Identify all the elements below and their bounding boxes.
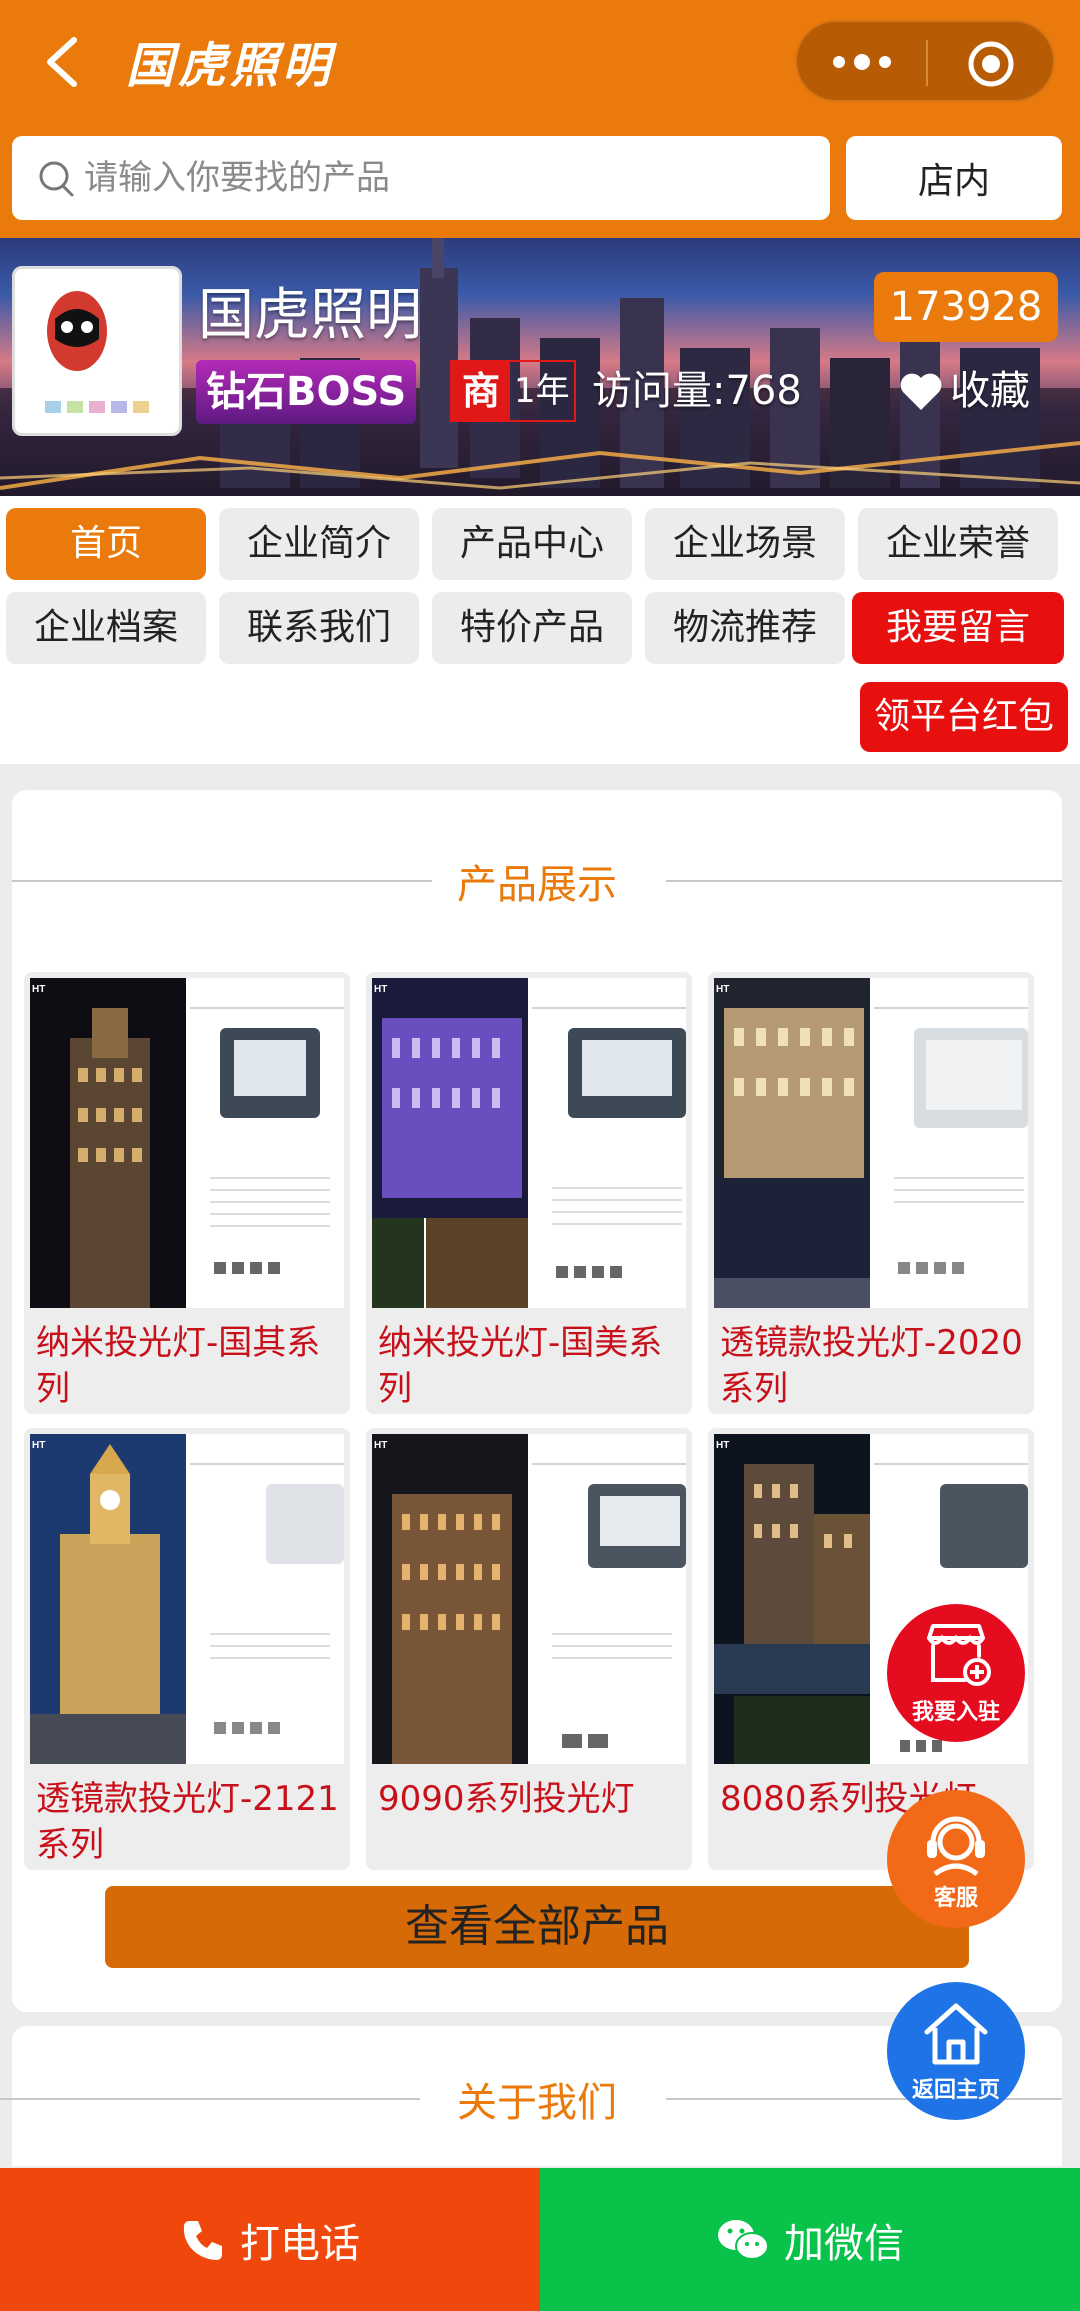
section-divider-right bbox=[666, 880, 1062, 882]
product-image: HT bbox=[372, 978, 686, 1308]
red-packet-button[interactable]: 领平台红包 bbox=[860, 682, 1068, 752]
nav-logistics[interactable]: 物流推荐 bbox=[645, 592, 845, 664]
target-icon[interactable] bbox=[967, 40, 1015, 88]
product-name: 透镜款投光灯-2121系列 bbox=[36, 1779, 339, 1865]
shop-logo bbox=[12, 266, 182, 436]
product-card[interactable]: HT 透镜款投光灯-2020系列 bbox=[708, 972, 1034, 1414]
wechat-icon bbox=[718, 2219, 769, 2260]
search-input[interactable] bbox=[84, 146, 804, 210]
customer-service-button[interactable]: 客服 bbox=[887, 1790, 1025, 1928]
svg-text:HT: HT bbox=[374, 1440, 387, 1451]
page-title: 国虎照明 bbox=[126, 38, 335, 94]
product-name: 纳米投光灯-国美系列 bbox=[378, 1323, 663, 1409]
visit-count: 访问量:768 bbox=[592, 368, 802, 414]
join-button[interactable]: 我要入驻 bbox=[887, 1604, 1025, 1742]
capsule-divider bbox=[926, 40, 928, 86]
more-dots-icon[interactable] bbox=[827, 44, 897, 80]
wechat-button[interactable]: 加微信 bbox=[540, 2168, 1080, 2311]
svg-text:HT: HT bbox=[716, 984, 729, 995]
shop-code-badge[interactable]: 173928 bbox=[874, 272, 1058, 342]
product-card[interactable]: HT 纳米投光灯-国其系列 bbox=[24, 972, 350, 1414]
nav-home[interactable]: 首页 bbox=[6, 508, 206, 580]
shop-nav: 首页 企业简介 产品中心 企业场景 企业荣誉 企业档案 联系我们 特价产品 物流… bbox=[0, 496, 1080, 764]
product-card[interactable]: HT 9090系列投光灯 bbox=[366, 1428, 692, 1870]
chevron-left-icon[interactable] bbox=[38, 34, 88, 90]
mini-program-capsule bbox=[795, 20, 1055, 102]
nav-scenes[interactable]: 企业场景 bbox=[645, 508, 845, 580]
merchant-badge-char: 商 bbox=[452, 362, 510, 420]
product-image: HT bbox=[372, 1434, 686, 1764]
join-label: 我要入驻 bbox=[911, 1700, 1000, 1725]
product-image: HT bbox=[714, 978, 1028, 1308]
product-name: 透镜款投光灯-2020系列 bbox=[720, 1323, 1023, 1409]
svg-text:HT: HT bbox=[716, 1440, 729, 1451]
product-image: HT bbox=[30, 1434, 344, 1764]
nav-honors[interactable]: 企业荣誉 bbox=[858, 508, 1058, 580]
nav-specials[interactable]: 特价产品 bbox=[432, 592, 632, 664]
wechat-label: 加微信 bbox=[784, 2220, 904, 2267]
call-label: 打电话 bbox=[240, 2220, 360, 2267]
nav-intro[interactable]: 企业简介 bbox=[219, 508, 419, 580]
call-button[interactable]: 打电话 bbox=[0, 2168, 540, 2311]
favorite-label: 收藏 bbox=[950, 368, 1030, 414]
shop-banner: 国虎照明 钻石BOSS 商 1年 访问量:768 173928 收藏 bbox=[0, 238, 1080, 496]
customer-service-label: 客服 bbox=[933, 1886, 978, 1911]
nav-products[interactable]: 产品中心 bbox=[432, 508, 632, 580]
product-image: HT bbox=[30, 978, 344, 1308]
heart-icon bbox=[900, 373, 942, 410]
product-name: 纳米投光灯-国其系列 bbox=[36, 1323, 321, 1409]
shop-name: 国虎照明 bbox=[198, 283, 422, 348]
home-icon bbox=[924, 2003, 988, 2065]
svg-text:HT: HT bbox=[32, 1440, 45, 1451]
product-card[interactable]: HT 透镜款投光灯-2121系列 bbox=[24, 1428, 350, 1870]
nav-leave-message[interactable]: 我要留言 bbox=[852, 592, 1064, 664]
product-name: 9090系列投光灯 bbox=[378, 1779, 635, 1819]
phone-icon bbox=[183, 2220, 222, 2260]
tier-badge: 钻石BOSS bbox=[196, 360, 417, 424]
back-home-button[interactable]: 返回主页 bbox=[887, 1982, 1025, 2120]
back-home-label: 返回主页 bbox=[911, 2078, 1000, 2103]
svg-text:HT: HT bbox=[374, 984, 387, 995]
nav-archive[interactable]: 企业档案 bbox=[6, 592, 206, 664]
favorite-button[interactable]: 收藏 bbox=[898, 362, 1030, 420]
search-box bbox=[12, 136, 830, 220]
merchant-years: 1年 bbox=[514, 371, 570, 411]
product-card[interactable]: HT 纳米投光灯-国美系列 bbox=[366, 972, 692, 1414]
search-icon bbox=[39, 161, 74, 197]
nav-contact[interactable]: 联系我们 bbox=[219, 592, 419, 664]
bottom-action-bar: 打电话 加微信 bbox=[0, 2168, 1080, 2311]
view-all-products-button[interactable]: 查看全部产品 bbox=[105, 1886, 969, 1968]
merchant-years-badge: 商 1年 bbox=[450, 360, 576, 422]
headset-icon bbox=[927, 1816, 985, 1877]
top-bar: 国虎照明 店内 bbox=[0, 0, 1080, 238]
svg-text:HT: HT bbox=[32, 984, 45, 995]
search-scope-button[interactable]: 店内 bbox=[846, 136, 1062, 220]
store-plus-icon bbox=[927, 1624, 991, 1686]
